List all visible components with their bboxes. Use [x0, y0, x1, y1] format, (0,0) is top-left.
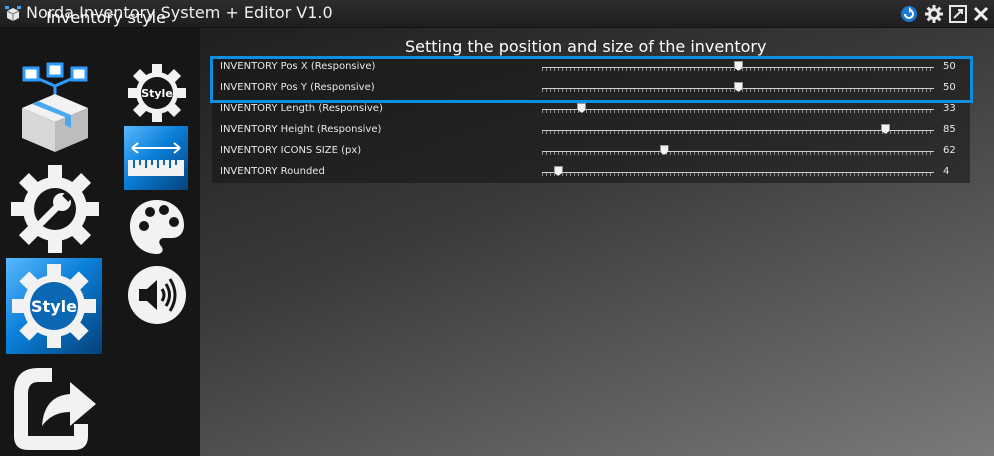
maximize-button[interactable] [947, 3, 969, 25]
slider-ticks [542, 131, 934, 134]
slider-ticks [542, 110, 934, 113]
setting-value: 33 [943, 103, 956, 114]
style-gear-icon: Style [128, 64, 186, 122]
setting-row-pos-x: INVENTORY Pos X (Responsive) 50 [212, 57, 970, 78]
refresh-button[interactable] [898, 3, 920, 25]
setting-label: INVENTORY Rounded [220, 166, 325, 177]
nav-style[interactable]: Style [6, 258, 102, 354]
setting-label: INVENTORY Height (Responsive) [220, 124, 382, 135]
inventory-box-icon [22, 62, 88, 152]
export-icon [14, 368, 96, 450]
sidebar-heading: Inventory style [46, 8, 166, 27]
setting-label: INVENTORY Length (Responsive) [220, 103, 383, 114]
setting-label: INVENTORY ICONS SIZE (px) [220, 145, 362, 156]
sound-icon [128, 266, 186, 324]
maximize-icon [949, 5, 967, 23]
size-ruler-icon [128, 142, 184, 176]
slider-ticks [542, 173, 934, 176]
setting-row-pos-y: INVENTORY Pos Y (Responsive) 50 [212, 78, 970, 99]
setting-value: 50 [943, 61, 956, 72]
setting-row-length: INVENTORY Length (Responsive) 33 [212, 99, 970, 120]
setting-row-height: INVENTORY Height (Responsive) 85 [212, 120, 970, 141]
setting-value: 4 [943, 166, 950, 177]
setting-label: INVENTORY Pos X (Responsive) [220, 61, 376, 72]
nav-export[interactable] [8, 360, 102, 454]
slider-ticks [542, 152, 934, 155]
height-slider[interactable] [542, 124, 934, 135]
setting-row-icons-size: INVENTORY ICONS SIZE (px) 62 [212, 141, 970, 162]
close-button[interactable] [970, 3, 992, 25]
setting-label: INVENTORY Pos Y (Responsive) [220, 82, 375, 93]
subnav-palette[interactable] [126, 196, 188, 258]
pos-y-slider[interactable] [542, 82, 934, 93]
pos-x-slider[interactable] [542, 61, 934, 72]
setting-value: 85 [943, 124, 956, 135]
wrench-gear-icon [11, 165, 99, 253]
setting-row-rounded: INVENTORY Rounded 4 [212, 162, 970, 183]
icons-size-slider[interactable] [542, 145, 934, 156]
nav-settings[interactable] [8, 162, 102, 256]
nav-inventory[interactable] [10, 62, 100, 154]
refresh-icon [901, 6, 917, 22]
gear-icon [925, 5, 943, 23]
nav-style-label: Style [31, 297, 77, 316]
page-title: Setting the position and size of the inv… [405, 37, 767, 56]
style-gear-icon: Style [12, 264, 96, 348]
close-icon [973, 6, 989, 22]
palette-icon [129, 200, 184, 254]
subnav-size[interactable] [124, 126, 188, 190]
setting-value: 50 [943, 82, 956, 93]
settings-list: INVENTORY Pos X (Responsive) 50 INVENTOR… [212, 57, 970, 183]
subnav-sound[interactable] [126, 264, 188, 326]
setting-value: 62 [943, 145, 956, 156]
rounded-slider[interactable] [542, 166, 934, 177]
length-slider[interactable] [542, 103, 934, 114]
subnav-style[interactable]: Style [126, 62, 188, 124]
settings-button[interactable] [923, 3, 945, 25]
subnav-style-label: Style [141, 87, 173, 100]
